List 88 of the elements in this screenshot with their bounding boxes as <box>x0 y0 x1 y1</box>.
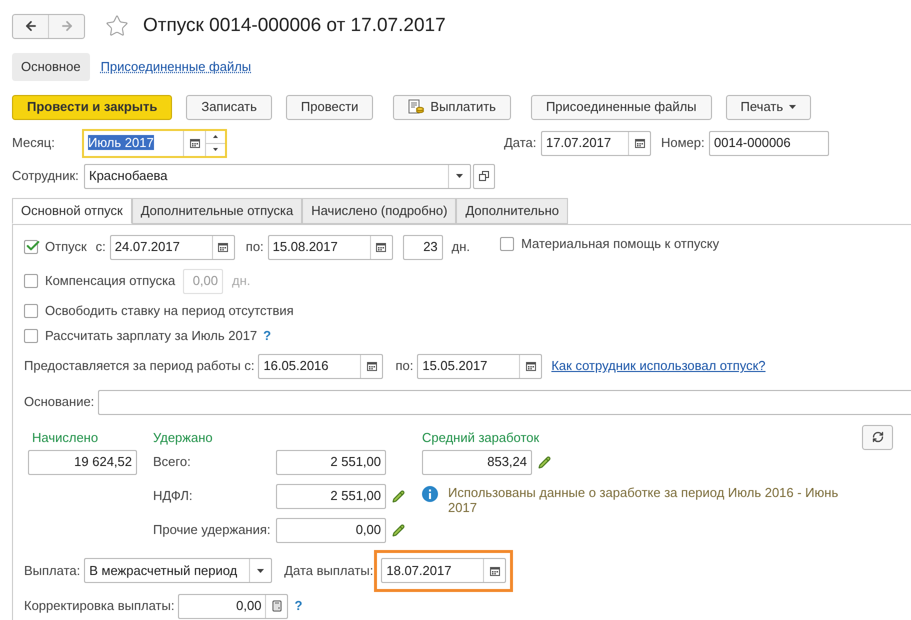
work-period-label: Предоставляется за период работы с: <box>24 357 254 376</box>
caret-icon <box>789 105 796 109</box>
calendar-icon <box>366 361 377 371</box>
open-button[interactable] <box>473 164 495 188</box>
tab[interactable]: Дополнительно <box>456 198 568 224</box>
withheld-label: НДФЛ: <box>153 487 194 506</box>
number-field[interactable]: 0014-000006 <box>709 130 829 156</box>
payment-label: Выплата: <box>24 562 80 580</box>
employee-label: Сотрудник: <box>12 167 80 186</box>
date-field[interactable]: 17.07.2017 <box>541 130 651 156</box>
checkbox[interactable] <box>24 274 38 288</box>
compensation-label: Компенсация отпуска <box>45 272 176 290</box>
help-link[interactable]: ? <box>263 326 272 346</box>
help-link[interactable]: ? <box>294 596 302 616</box>
accrued-field[interactable]: 19 624,52 <box>28 450 137 474</box>
date-field[interactable]: 15.05.2017 <box>417 354 542 378</box>
material-aid-label: Материальная помощь к отпуску <box>521 235 720 254</box>
toolbar-button[interactable]: Записать <box>186 94 272 120</box>
days-unit-label: дн. <box>452 238 470 256</box>
calendar-icon <box>218 242 228 252</box>
withheld-field[interactable]: 2 551,00 <box>276 484 386 508</box>
caret-icon <box>456 174 463 178</box>
withheld-label: Прочие удержания: <box>153 521 272 540</box>
checkbox[interactable] <box>24 304 38 318</box>
date-field[interactable]: 18.07.2017 <box>381 558 506 583</box>
toolbar-button[interactable]: Провести и закрыть <box>12 94 172 120</box>
accrued-heading: Начислено <box>31 428 100 446</box>
refresh-icon <box>872 431 884 443</box>
pencil-icon[interactable] <box>392 490 405 502</box>
calculator-icon <box>270 600 283 612</box>
from-label: с: <box>96 238 106 256</box>
info-note: Использованы данные о заработке за период Июль 2016 - Июнь 2017 <box>448 484 840 514</box>
favorite-star-icon[interactable] <box>105 14 129 38</box>
vacation-label: Отпуск <box>45 238 87 256</box>
month-field[interactable]: Июль 2017 <box>82 128 227 158</box>
withheld-label: Всего: <box>153 453 192 472</box>
employee-field[interactable]: Краснобаева <box>84 164 471 188</box>
open-window-icon <box>479 171 489 181</box>
number-label: Номер: <box>661 134 706 152</box>
pencil-icon[interactable] <box>392 524 405 536</box>
withheld-heading: Удержано <box>153 428 214 447</box>
payment-date-label: Дата выплаты: <box>284 562 374 580</box>
document-coins-icon <box>408 99 424 115</box>
caret-icon <box>257 568 264 572</box>
calendar-icon <box>634 138 644 148</box>
tab[interactable]: Начислено (подробно) <box>302 198 456 224</box>
checkbox[interactable] <box>500 237 514 251</box>
basis-label: Основание: <box>24 393 94 412</box>
average-earnings-heading: Средний заработок <box>422 428 540 447</box>
checkbox[interactable] <box>24 240 38 254</box>
down-caret-icon <box>213 148 218 151</box>
print-menu-button[interactable]: Печать <box>726 94 812 120</box>
calc-salary-label: Рассчитать зарплату за Июль 2017 <box>45 326 258 345</box>
calendar-icon <box>376 242 386 252</box>
info-icon <box>422 486 438 502</box>
days-field[interactable]: 23 <box>402 234 443 260</box>
calendar-icon <box>490 566 500 576</box>
to-label: по: <box>246 238 264 256</box>
date-field[interactable]: 24.07.2017 <box>110 234 235 260</box>
toolbar-button[interactable]: Провести <box>286 94 374 120</box>
refresh-button[interactable] <box>862 424 893 450</box>
vacation-usage-link[interactable]: Как сотрудник использовал отпуск? <box>551 356 766 376</box>
window-title: Отпуск 0014-000006 от 17.07.2017 <box>143 14 446 38</box>
calendar-icon <box>526 361 536 371</box>
calendar-icon <box>190 138 200 148</box>
section-tab[interactable]: Основное <box>12 52 90 80</box>
correction-label: Корректировка выплаты: <box>24 597 174 616</box>
tab[interactable]: Основной отпуск <box>12 198 132 224</box>
withheld-field[interactable]: 2 551,00 <box>276 450 386 474</box>
date-field[interactable]: 16.05.2016 <box>258 354 384 378</box>
checkbox[interactable] <box>24 328 38 342</box>
average-earnings-field[interactable]: 853,24 <box>422 450 532 474</box>
toolbar-button[interactable]: Присоединенные файлы <box>530 94 712 120</box>
month-label: Месяц: <box>12 134 56 152</box>
payment-type-field[interactable]: В межрасчетный период <box>84 558 272 583</box>
tab[interactable]: Дополнительные отпуска <box>132 198 302 224</box>
date-label: Дата: <box>504 134 538 152</box>
date-field[interactable]: 15.08.2017 <box>268 234 393 260</box>
toolbar-button[interactable]: Выплатить <box>393 94 511 120</box>
correction-field[interactable]: 0,00 <box>178 594 288 618</box>
free-rate-label: Освободить ставку на период отсутствия <box>45 302 294 320</box>
up-caret-icon <box>213 135 218 138</box>
pencil-icon[interactable] <box>538 456 551 468</box>
section-tab[interactable]: Присоединенные файлы <box>100 52 252 80</box>
to-label: по: <box>395 357 414 376</box>
days-unit-label: дн. <box>232 272 250 290</box>
basis-field[interactable] <box>98 390 911 414</box>
withheld-field[interactable]: 0,00 <box>276 518 386 542</box>
